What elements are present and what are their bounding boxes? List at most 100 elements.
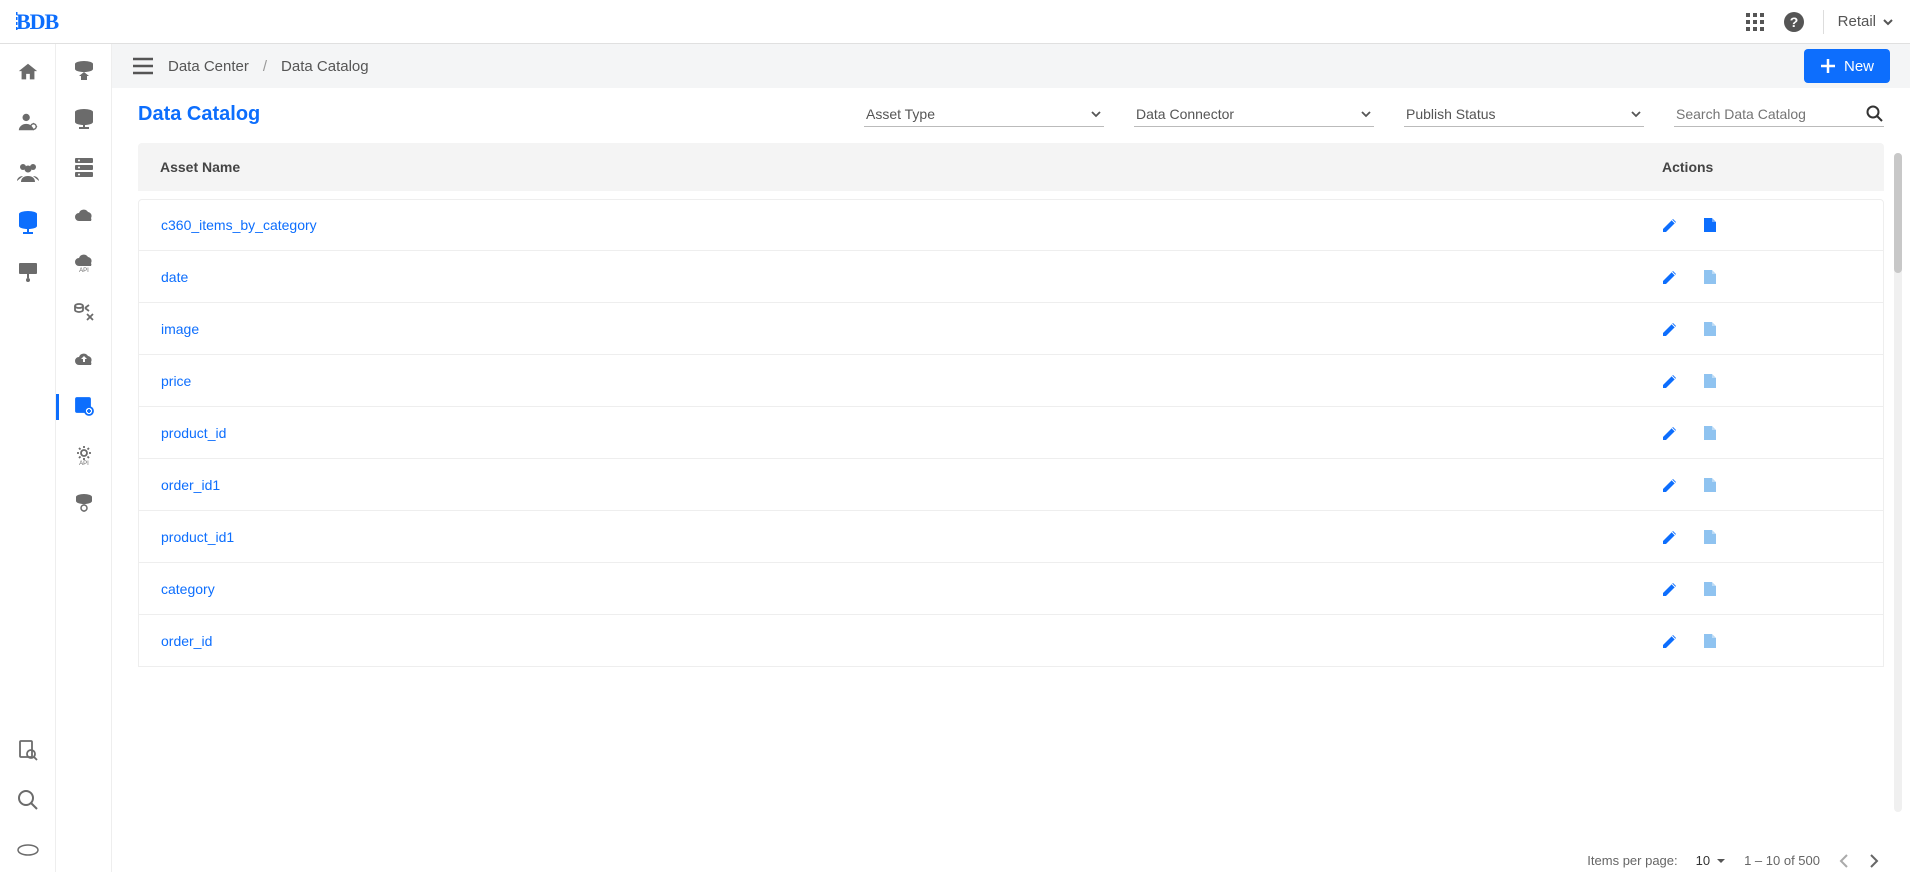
content-header: Data Catalog Asset Type Data Connector P… bbox=[112, 88, 1910, 133]
row-actions bbox=[1661, 528, 1861, 546]
subnav-data-home-icon[interactable] bbox=[71, 58, 97, 84]
edit-icon[interactable] bbox=[1661, 320, 1679, 338]
asset-name-link[interactable]: price bbox=[161, 373, 1661, 389]
svg-text:?: ? bbox=[1789, 14, 1798, 30]
table-wrap: Asset Name Actions c360_items_by_categor… bbox=[112, 133, 1910, 872]
asset-name-link[interactable]: date bbox=[161, 269, 1661, 285]
pager-next-icon[interactable] bbox=[1868, 854, 1880, 868]
topbar-right: ? Retail bbox=[1745, 10, 1894, 34]
row-actions bbox=[1661, 580, 1861, 598]
filter-asset-type[interactable]: Asset Type bbox=[864, 102, 1104, 127]
row-actions bbox=[1661, 320, 1861, 338]
caret-down-icon bbox=[1716, 856, 1726, 866]
edit-icon[interactable] bbox=[1661, 476, 1679, 494]
table-row: date bbox=[138, 251, 1884, 303]
table-body: c360_items_by_categorydate image price prod… bbox=[138, 199, 1884, 667]
document-icon[interactable] bbox=[1701, 476, 1719, 494]
scrollbar[interactable] bbox=[1894, 153, 1902, 812]
edit-icon[interactable] bbox=[1661, 580, 1679, 598]
asset-name-link[interactable]: order_id1 bbox=[161, 477, 1661, 493]
edit-icon[interactable] bbox=[1661, 216, 1679, 234]
new-button-label: New bbox=[1844, 58, 1874, 75]
document-icon[interactable] bbox=[1701, 216, 1719, 234]
document-icon[interactable] bbox=[1701, 320, 1719, 338]
logo[interactable]: BDB bbox=[16, 8, 86, 36]
pager-label: Items per page: bbox=[1587, 853, 1677, 868]
breadcrumb-parent[interactable]: Data Center bbox=[168, 58, 249, 75]
apps-grid-icon[interactable] bbox=[1745, 12, 1765, 32]
table-row: product_id bbox=[138, 407, 1884, 459]
chevron-down-icon bbox=[1630, 108, 1642, 120]
document-icon[interactable] bbox=[1701, 268, 1719, 286]
page-title: Data Catalog bbox=[138, 103, 260, 126]
document-icon[interactable] bbox=[1701, 372, 1719, 390]
document-icon[interactable] bbox=[1701, 528, 1719, 546]
scrollbar-thumb[interactable] bbox=[1894, 153, 1902, 273]
filter-asset-type-label: Asset Type bbox=[866, 106, 935, 122]
shell: API API Data Center / Data Catalog New D… bbox=[0, 44, 1910, 872]
row-actions bbox=[1661, 268, 1861, 286]
table-row: price bbox=[138, 355, 1884, 407]
col-header-name: Asset Name bbox=[160, 159, 1662, 175]
plus-icon bbox=[1820, 58, 1836, 74]
workspace-label: Retail bbox=[1838, 13, 1876, 30]
help-icon[interactable]: ? bbox=[1783, 11, 1805, 33]
topbar: BDB ? Retail bbox=[0, 0, 1910, 44]
document-icon[interactable] bbox=[1701, 424, 1719, 442]
subnav-server-icon[interactable] bbox=[71, 154, 97, 180]
subnav-settings-api-icon[interactable]: API bbox=[71, 442, 97, 468]
workspace-switcher[interactable]: Retail bbox=[1823, 10, 1894, 34]
main: Data Center / Data Catalog New Data Cata… bbox=[112, 44, 1910, 872]
table-row: image bbox=[138, 303, 1884, 355]
edit-icon[interactable] bbox=[1661, 372, 1679, 390]
chevron-down-icon bbox=[1090, 108, 1102, 120]
hamburger-icon[interactable] bbox=[132, 57, 154, 75]
pager-prev-icon[interactable] bbox=[1838, 854, 1850, 868]
nav-search-icon[interactable] bbox=[16, 788, 40, 812]
nav-presentation-icon[interactable] bbox=[16, 260, 40, 284]
nav-more-icon[interactable] bbox=[16, 838, 40, 862]
new-button[interactable]: New bbox=[1804, 49, 1890, 83]
filter-publish-status-label: Publish Status bbox=[1406, 106, 1496, 122]
nav-data-icon[interactable] bbox=[16, 210, 40, 234]
asset-name-link[interactable]: c360_items_by_category bbox=[161, 217, 1661, 233]
edit-icon[interactable] bbox=[1661, 424, 1679, 442]
subnav-cloud-upload-icon[interactable] bbox=[71, 346, 97, 372]
filter-publish-status[interactable]: Publish Status bbox=[1404, 102, 1644, 127]
subnav-transform-icon[interactable] bbox=[71, 298, 97, 324]
nav-audit-icon[interactable] bbox=[16, 738, 40, 762]
edit-icon[interactable] bbox=[1661, 632, 1679, 650]
nav-users-icon[interactable] bbox=[16, 160, 40, 184]
svg-text:API: API bbox=[79, 461, 89, 466]
breadcrumb: Data Center / Data Catalog bbox=[132, 57, 369, 75]
table-row: order_id1 bbox=[138, 459, 1884, 511]
document-icon[interactable] bbox=[1701, 632, 1719, 650]
breadcrumb-current: Data Catalog bbox=[281, 58, 369, 75]
search-box[interactable] bbox=[1674, 102, 1884, 127]
asset-name-link[interactable]: product_id1 bbox=[161, 529, 1661, 545]
nav-user-settings-icon[interactable] bbox=[16, 110, 40, 134]
asset-name-link[interactable]: product_id bbox=[161, 425, 1661, 441]
asset-name-link[interactable]: category bbox=[161, 581, 1661, 597]
pager-range: 1 – 10 of 500 bbox=[1744, 853, 1820, 868]
topbar-left: BDB bbox=[16, 8, 86, 36]
edit-icon[interactable] bbox=[1661, 528, 1679, 546]
filter-data-connector[interactable]: Data Connector bbox=[1134, 102, 1374, 127]
edit-icon[interactable] bbox=[1661, 268, 1679, 286]
table-header: Asset Name Actions bbox=[138, 143, 1884, 191]
chevron-down-icon bbox=[1360, 108, 1372, 120]
breadcrumb-bar: Data Center / Data Catalog New bbox=[112, 44, 1910, 88]
document-icon[interactable] bbox=[1701, 580, 1719, 598]
nav-home-icon[interactable] bbox=[16, 60, 40, 84]
pager-page-size[interactable]: 10 bbox=[1696, 853, 1726, 868]
pager-page-size-value: 10 bbox=[1696, 853, 1710, 868]
subnav-cloud-api-icon[interactable]: API bbox=[71, 250, 97, 276]
search-icon bbox=[1866, 105, 1884, 123]
subnav-datasets-icon[interactable] bbox=[71, 106, 97, 132]
subnav-catalog-icon[interactable] bbox=[56, 394, 111, 420]
subnav-sandbox-icon[interactable] bbox=[71, 490, 97, 516]
asset-name-link[interactable]: image bbox=[161, 321, 1661, 337]
asset-name-link[interactable]: order_id bbox=[161, 633, 1661, 649]
search-input[interactable] bbox=[1674, 102, 1866, 126]
subnav-cloud-icon[interactable] bbox=[71, 202, 97, 228]
